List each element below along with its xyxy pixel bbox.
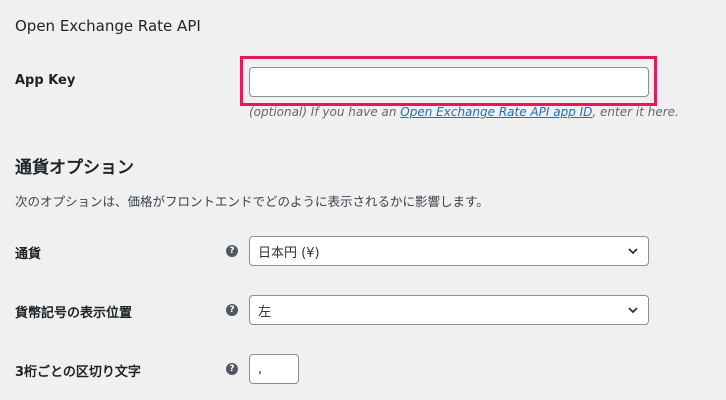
currency-position-label: 貨幣記号の表示位置 [15, 306, 133, 321]
question-circle-icon[interactable]: ? [226, 245, 238, 257]
currency-select[interactable]: 日本円 (¥) [249, 236, 649, 266]
currency-options-description: 次のオプションは、価格がフロントエンドでどのように表示されるかに影響します。 [15, 194, 489, 209]
thousand-separator-label: 3桁ごとの区切り文字 [15, 365, 141, 380]
app-key-hint-suffix: , enter it here. [592, 105, 679, 119]
app-id-link[interactable]: Open Exchange Rate API app ID [400, 105, 592, 119]
app-key-label: App Key [15, 73, 76, 88]
currency-options-title: 通貨オプション [15, 158, 134, 178]
currency-label: 通貨 [15, 247, 42, 262]
oer-section-title: Open Exchange Rate API [15, 17, 201, 35]
thousand-separator-input[interactable] [249, 354, 299, 384]
question-circle-icon[interactable]: ? [226, 304, 238, 316]
currency-position-select[interactable]: 左 [249, 295, 649, 325]
currency-position-selected-value: 左 [258, 304, 272, 320]
app-key-input[interactable] [249, 67, 649, 97]
question-circle-icon[interactable]: ? [226, 363, 238, 375]
chevron-down-icon [628, 248, 638, 255]
chevron-down-icon [628, 307, 638, 314]
app-key-hint-prefix: (optional) If you have an [249, 105, 401, 119]
app-key-hint: (optional) If you have an Open Exchange … [249, 105, 679, 119]
currency-selected-value: 日本円 (¥) [258, 245, 320, 261]
